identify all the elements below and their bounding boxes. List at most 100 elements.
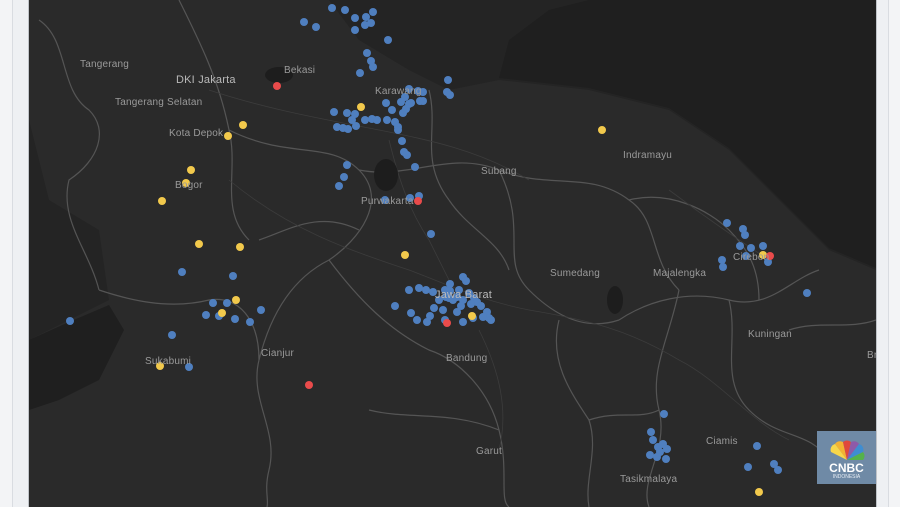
map-marker-blue[interactable] — [647, 428, 655, 436]
place-label-kota-depok: Kota Depok — [169, 128, 224, 139]
place-label-subang: Subang — [481, 166, 517, 177]
map-marker-blue[interactable] — [444, 76, 452, 84]
map-marker-blue[interactable] — [328, 4, 336, 12]
map-marker-blue[interactable] — [351, 26, 359, 34]
map-marker-blue[interactable] — [744, 463, 752, 471]
map-marker-blue[interactable] — [462, 277, 470, 285]
map-marker-blue[interactable] — [403, 151, 411, 159]
map-marker-yellow[interactable] — [598, 126, 606, 134]
map-marker-blue[interactable] — [312, 23, 320, 31]
map-marker-blue[interactable] — [653, 453, 661, 461]
map-marker-blue[interactable] — [229, 272, 237, 280]
map-marker-blue[interactable] — [741, 231, 749, 239]
map-marker-blue[interactable] — [330, 108, 338, 116]
map-marker-blue[interactable] — [246, 318, 254, 326]
map-marker-blue[interactable] — [663, 445, 671, 453]
map-marker-blue[interactable] — [660, 410, 668, 418]
map-marker-blue[interactable] — [383, 116, 391, 124]
map-marker-blue[interactable] — [335, 182, 343, 190]
map-marker-blue[interactable] — [467, 300, 475, 308]
map-marker-blue[interactable] — [405, 100, 413, 108]
map-marker-blue[interactable] — [340, 173, 348, 181]
map-marker-blue[interactable] — [384, 36, 392, 44]
map-marker-blue[interactable] — [446, 91, 454, 99]
map-marker-blue[interactable] — [759, 242, 767, 250]
map-marker-blue[interactable] — [439, 306, 447, 314]
map-panel[interactable]: Tangerang DKI Jakarta Bekasi Tangerang S… — [28, 0, 877, 507]
place-label-tangerang: Tangerang — [80, 59, 130, 70]
map-marker-blue[interactable] — [649, 436, 657, 444]
map-marker-yellow[interactable] — [401, 251, 409, 259]
map-marker-blue[interactable] — [415, 284, 423, 292]
cnbc-logo-subtext: INDONESIA — [832, 474, 861, 480]
map-marker-blue[interactable] — [388, 106, 396, 114]
map-marker-yellow[interactable] — [755, 488, 763, 496]
map-marker-blue[interactable] — [422, 286, 430, 294]
map-marker-blue[interactable] — [719, 263, 727, 271]
map-marker-blue[interactable] — [356, 69, 364, 77]
map-marker-blue[interactable] — [457, 302, 465, 310]
map-marker-blue[interactable] — [394, 126, 402, 134]
map-marker-yellow[interactable] — [158, 197, 166, 205]
map-marker-yellow[interactable] — [357, 103, 365, 111]
map-marker-blue[interactable] — [178, 268, 186, 276]
map-marker-blue[interactable] — [426, 312, 434, 320]
map-marker-blue[interactable] — [736, 242, 744, 250]
map-marker-blue[interactable] — [774, 466, 782, 474]
map-marker-blue[interactable] — [487, 316, 495, 324]
map-marker-blue[interactable] — [66, 317, 74, 325]
map-marker-blue[interactable] — [300, 18, 308, 26]
map-marker-blue[interactable] — [373, 116, 381, 124]
map-marker-yellow[interactable] — [218, 309, 226, 317]
map-marker-blue[interactable] — [361, 116, 369, 124]
map-marker-blue[interactable] — [367, 19, 375, 27]
map-marker-blue[interactable] — [344, 125, 352, 133]
map-marker-yellow[interactable] — [224, 132, 232, 140]
map-marker-blue[interactable] — [459, 318, 467, 326]
map-marker-blue[interactable] — [351, 14, 359, 22]
map-marker-blue[interactable] — [398, 137, 406, 145]
map-marker-blue[interactable] — [747, 244, 755, 252]
map-marker-blue[interactable] — [753, 442, 761, 450]
map-marker-yellow[interactable] — [236, 243, 244, 251]
map-marker-red[interactable] — [305, 381, 313, 389]
map-marker-blue[interactable] — [209, 299, 217, 307]
map-marker-blue[interactable] — [231, 315, 239, 323]
map-marker-blue[interactable] — [257, 306, 265, 314]
map-marker-blue[interactable] — [477, 302, 485, 310]
map-marker-blue[interactable] — [430, 304, 438, 312]
map-marker-red[interactable] — [443, 319, 451, 327]
map-marker-blue[interactable] — [168, 331, 176, 339]
map-marker-blue[interactable] — [411, 163, 419, 171]
map-marker-blue[interactable] — [479, 313, 487, 321]
place-label-kuningan: Kuningan — [748, 329, 792, 340]
map-marker-yellow[interactable] — [232, 296, 240, 304]
map-marker-yellow[interactable] — [239, 121, 247, 129]
map-marker-blue[interactable] — [405, 286, 413, 294]
map-marker-yellow[interactable] — [468, 312, 476, 320]
map-marker-blue[interactable] — [803, 289, 811, 297]
map-marker-blue[interactable] — [202, 311, 210, 319]
map-marker-blue[interactable] — [419, 97, 427, 105]
map-marker-blue[interactable] — [352, 122, 360, 130]
map-marker-red[interactable] — [273, 82, 281, 90]
map-marker-blue[interactable] — [413, 316, 421, 324]
map-marker-blue[interactable] — [723, 219, 731, 227]
map-marker-blue[interactable] — [382, 99, 390, 107]
map-marker-blue[interactable] — [343, 109, 351, 117]
map-marker-blue[interactable] — [427, 230, 435, 238]
map-marker-blue[interactable] — [363, 49, 371, 57]
map-marker-blue[interactable] — [718, 256, 726, 264]
map-marker-blue[interactable] — [407, 309, 415, 317]
map-marker-red[interactable] — [414, 197, 422, 205]
map-marker-blue[interactable] — [343, 161, 351, 169]
map-marker-yellow[interactable] — [187, 166, 195, 174]
map-marker-blue[interactable] — [662, 455, 670, 463]
map-marker-blue[interactable] — [391, 302, 399, 310]
map-marker-blue[interactable] — [223, 299, 231, 307]
map-marker-blue[interactable] — [646, 451, 654, 459]
map-marker-yellow[interactable] — [195, 240, 203, 248]
map-marker-blue[interactable] — [369, 63, 377, 71]
map-marker-blue[interactable] — [341, 6, 349, 14]
map-marker-blue[interactable] — [369, 8, 377, 16]
